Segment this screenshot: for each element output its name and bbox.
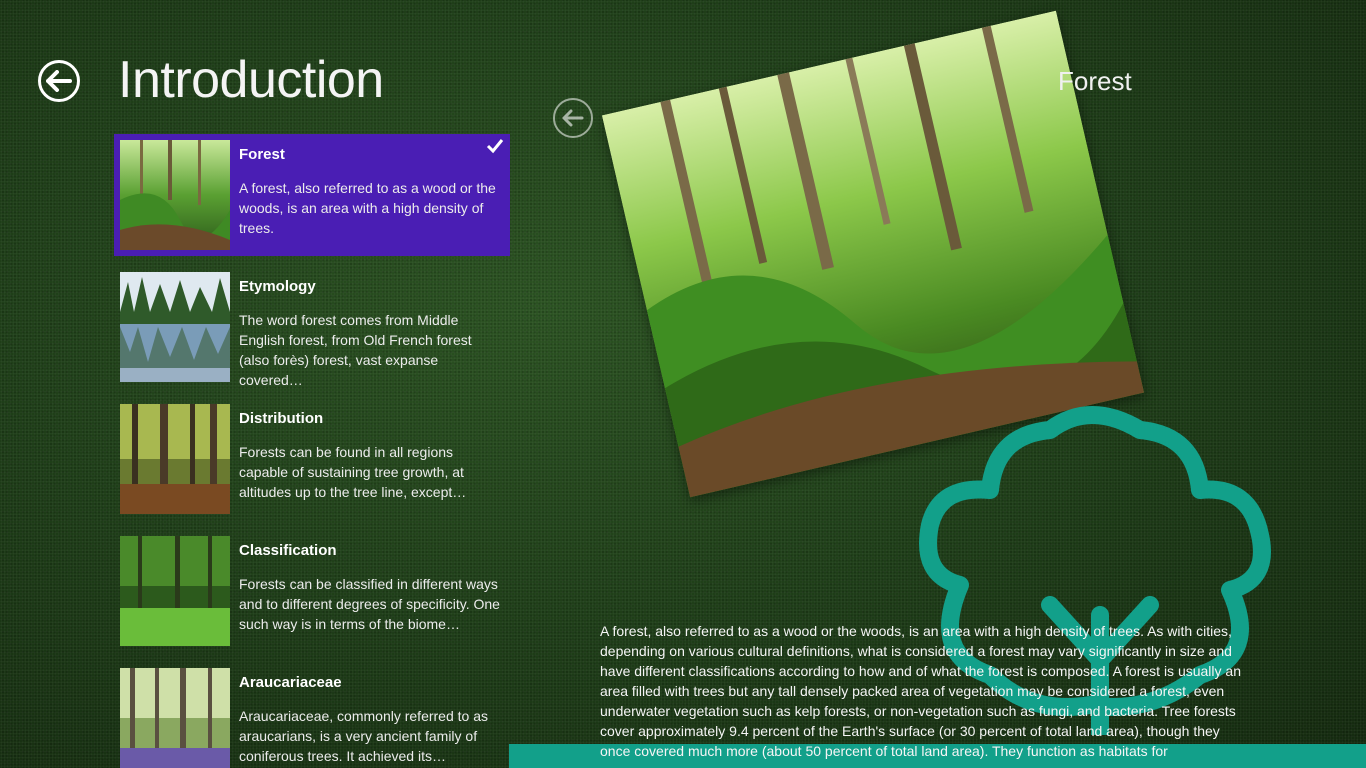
detail-body-text: A forest, also referred to as a wood or … bbox=[600, 623, 1241, 759]
item-title: Araucariaceae bbox=[239, 674, 342, 691]
forest-thumbnail bbox=[120, 140, 230, 250]
etymology-thumbnail bbox=[120, 272, 230, 382]
page-title: Introduction bbox=[118, 51, 384, 109]
list-item-classification[interactable]: Classification Forests can be classified… bbox=[114, 530, 510, 652]
item-desc: Araucariaceae, commonly referred to as a… bbox=[239, 708, 488, 764]
back-arrow-icon bbox=[46, 70, 72, 92]
back-arrow-icon bbox=[562, 109, 584, 127]
item-title: Etymology bbox=[239, 278, 316, 295]
distribution-thumbnail bbox=[120, 404, 230, 514]
item-desc: A forest, also referred to as a wood or … bbox=[239, 180, 496, 236]
list-item-distribution[interactable]: Distribution Forests can be found in all… bbox=[114, 398, 510, 520]
item-title: Forest bbox=[239, 146, 285, 163]
item-title: Distribution bbox=[239, 410, 324, 427]
detail-title: Forest bbox=[1058, 66, 1132, 96]
checkmark-icon bbox=[486, 139, 504, 154]
list-item-forest[interactable]: Forest A forest, also referred to as a w… bbox=[114, 134, 510, 256]
back-button[interactable] bbox=[38, 60, 80, 102]
list-item-araucariaceae[interactable]: Araucariaceae Araucariaceae, commonly re… bbox=[114, 662, 510, 768]
item-list: Forest A forest, also referred to as a w… bbox=[114, 134, 510, 768]
item-desc: Forests can be classified in different w… bbox=[239, 576, 500, 632]
detail-back-button[interactable] bbox=[553, 98, 593, 138]
item-desc: The word forest comes from Middle Englis… bbox=[239, 312, 472, 388]
araucariaceae-thumbnail bbox=[120, 668, 230, 768]
item-desc: Forests can be found in all regions capa… bbox=[239, 444, 467, 500]
list-item-etymology[interactable]: Etymology The word forest comes from Mid… bbox=[114, 266, 510, 388]
classification-thumbnail bbox=[120, 536, 230, 646]
item-title: Classification bbox=[239, 542, 337, 559]
